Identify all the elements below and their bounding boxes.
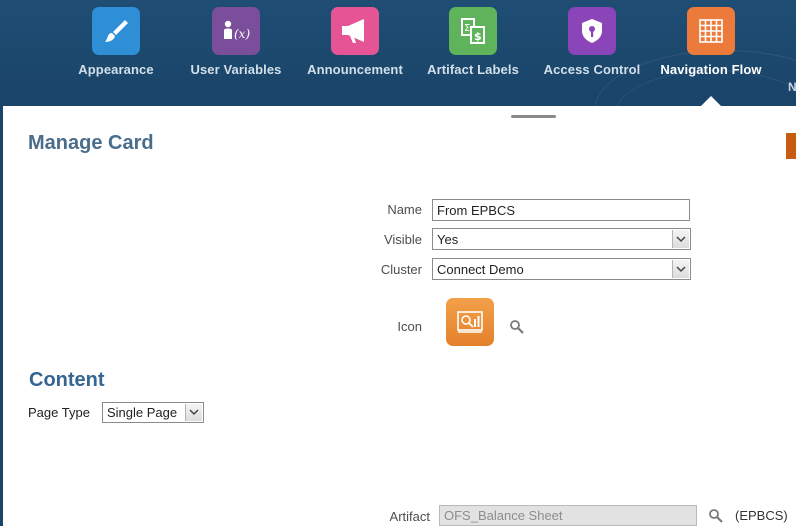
nav-item-access-control[interactable]: Access Control: [533, 7, 651, 77]
artifact-input[interactable]: OFS_Balance Sheet: [439, 505, 697, 526]
artifact-labels-icon: Σ $: [449, 7, 497, 55]
artifact-source: (EPBCS): [735, 508, 788, 523]
icon-search-icon[interactable]: [509, 319, 525, 340]
name-label: Name: [387, 202, 422, 217]
next-nav-item-partial[interactable]: N: [788, 80, 796, 94]
nav-item-appearance[interactable]: Appearance: [57, 7, 175, 77]
icon-label: Icon: [397, 319, 422, 334]
navigator-header: Appearance (x) User Variables Announceme…: [0, 0, 796, 106]
panel-drag-handle[interactable]: [511, 115, 556, 118]
cluster-select-value: Connect Demo: [437, 262, 524, 277]
page-type-label: Page Type: [28, 405, 90, 420]
visible-select[interactable]: Yes: [432, 228, 691, 250]
visible-select-value: Yes: [437, 232, 459, 247]
chevron-down-icon[interactable]: [672, 260, 689, 278]
nav-label: Access Control: [543, 62, 641, 77]
nav-label: Artifact Labels: [427, 62, 519, 77]
nav-label: User Variables: [190, 62, 282, 77]
report-magnifier-icon[interactable]: [446, 298, 494, 346]
page-type-select[interactable]: Single Page: [102, 402, 204, 423]
panel-edge: [0, 106, 3, 526]
svg-text:(x): (x): [234, 27, 250, 41]
cluster-select[interactable]: Connect Demo: [432, 258, 691, 280]
svg-text:$: $: [474, 30, 482, 43]
active-nav-pointer: [701, 96, 721, 106]
paintbrush-icon: [92, 7, 140, 55]
user-variable-icon: (x): [212, 7, 260, 55]
nav-item-artifact-labels[interactable]: Σ $ Artifact Labels: [414, 7, 532, 77]
cluster-label: Cluster: [380, 262, 422, 277]
name-input[interactable]: [432, 199, 690, 221]
nav-item-announcement[interactable]: Announcement: [296, 7, 414, 77]
grid-icon: [687, 7, 735, 55]
page-type-select-value: Single Page: [107, 405, 178, 420]
megaphone-icon: [331, 7, 379, 55]
nav-item-navigation-flow[interactable]: Navigation Flow: [652, 7, 770, 77]
visible-label: Visible: [383, 232, 422, 247]
svg-text:Σ: Σ: [464, 23, 470, 34]
nav-label: Navigation Flow: [660, 62, 762, 77]
nav-label: Appearance: [78, 62, 154, 77]
shield-lock-icon: [568, 7, 616, 55]
page-title: Manage Card: [28, 132, 154, 154]
content-section-title: Content: [29, 369, 105, 391]
chevron-down-icon[interactable]: [672, 230, 689, 248]
artifact-label: Artifact: [389, 509, 430, 524]
nav-item-user-variables[interactable]: (x) User Variables: [177, 7, 295, 77]
nav-label: Announcement: [307, 62, 403, 77]
side-action-tab[interactable]: [786, 133, 796, 159]
chevron-down-icon[interactable]: [185, 404, 202, 421]
